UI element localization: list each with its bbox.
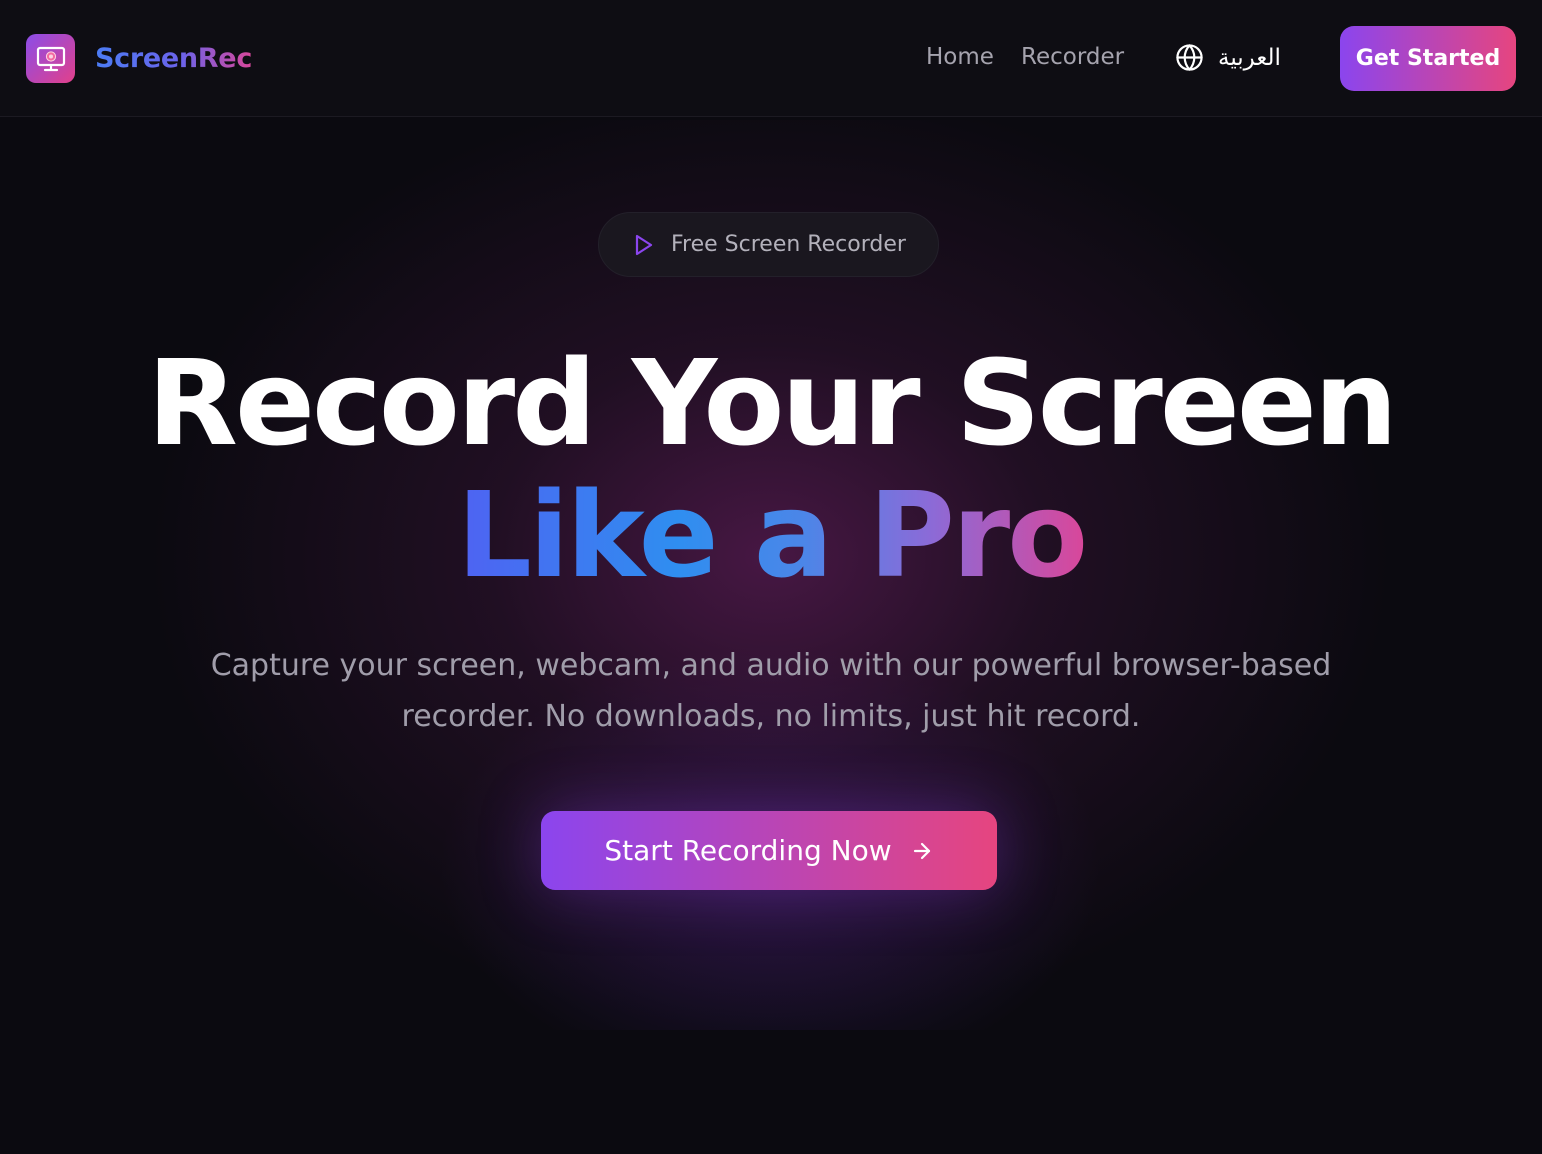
hero-subtitle-line2: recorder. No downloads, no limits, just … bbox=[401, 699, 1141, 734]
brand-link[interactable]: ScreenRec bbox=[26, 34, 252, 83]
language-label: العربية bbox=[1218, 44, 1281, 71]
hero-badge-text: Free Screen Recorder bbox=[671, 232, 906, 257]
nav-recorder-link[interactable]: Recorder bbox=[1021, 44, 1124, 70]
start-recording-button[interactable]: Start Recording Now bbox=[541, 811, 997, 890]
play-icon bbox=[635, 234, 653, 255]
hero-title-accent-text: Like a Pro bbox=[456, 466, 1089, 604]
nav-home-link[interactable]: Home bbox=[926, 44, 994, 70]
language-switcher[interactable]: العربية bbox=[1175, 43, 1281, 72]
hero-title: Record Your Screen bbox=[147, 334, 1398, 472]
arrow-right-icon bbox=[913, 842, 930, 859]
globe-icon bbox=[1176, 44, 1203, 71]
top-navbar: ScreenRec Home Recorder العربية Get Star… bbox=[0, 0, 1542, 117]
hero-subtitle: Capture your screen, webcam, and audio w… bbox=[171, 640, 1371, 742]
hero-title-accent: Like a Pro bbox=[0, 470, 1542, 600]
hero-subtitle-line1: Capture your screen, webcam, and audio w… bbox=[210, 648, 1332, 683]
hero-badge: Free Screen Recorder bbox=[598, 212, 939, 277]
start-recording-label: Start Recording Now bbox=[604, 834, 892, 867]
brand-name: ScreenRec bbox=[95, 43, 253, 74]
brand-logo bbox=[26, 34, 75, 83]
monitor-record-icon bbox=[36, 46, 65, 71]
get-started-button[interactable]: Get Started bbox=[1340, 26, 1516, 91]
